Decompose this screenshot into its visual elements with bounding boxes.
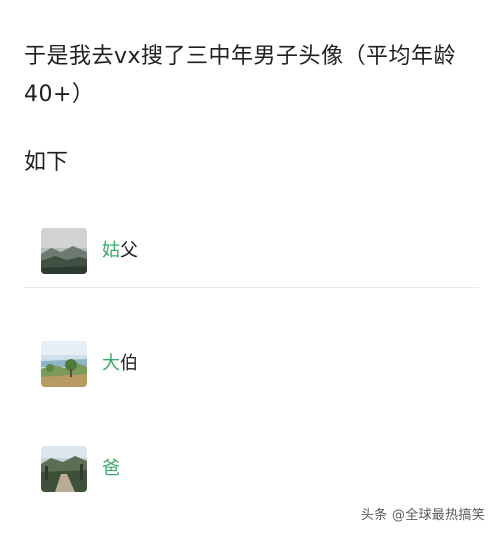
avatar-misty-mountain — [41, 228, 87, 274]
contact-item-gufu[interactable]: 姑父 — [41, 228, 461, 274]
contact-name: 姑父 — [102, 240, 138, 261]
avatar-stone-path — [41, 446, 87, 492]
contact-item-ba[interactable]: 爸 — [41, 446, 461, 492]
contact-name: 爸 — [102, 458, 120, 479]
contact-item-dabo[interactable]: 大伯 — [41, 341, 461, 387]
watermark-text: 头条 @全球最热搞笑 — [360, 508, 485, 523]
post-subhead: 如下 — [24, 150, 69, 175]
divider — [24, 287, 479, 288]
contact-name: 大伯 — [102, 353, 138, 374]
post-intro-text: 于是我去vx搜了三中年男子头像（平均年龄40+） — [24, 44, 457, 107]
avatar-coastal-trees — [41, 341, 87, 387]
